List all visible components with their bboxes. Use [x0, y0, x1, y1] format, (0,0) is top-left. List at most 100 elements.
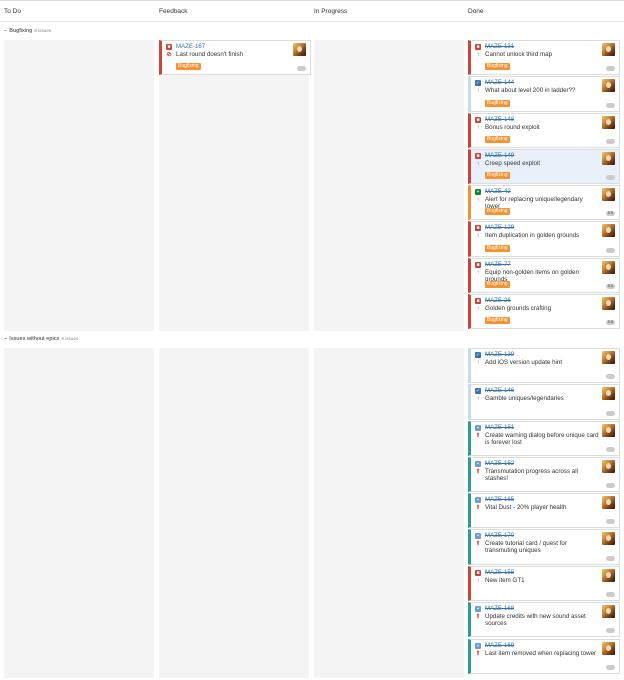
bug-type-icon: ■ [475, 43, 481, 50]
estimate-badge [606, 447, 615, 452]
issue-card[interactable]: ▪ MAZE-151 ⇑ Create warning dialog before u… [468, 421, 620, 456]
estimate-badge [606, 483, 615, 488]
epic-label[interactable]: Bugfixing [485, 281, 510, 288]
issue-summary: Transmutation progress across all stashe… [485, 468, 578, 482]
assignee-avatar[interactable] [602, 188, 615, 201]
task-type-icon: ✓ [475, 351, 481, 358]
epic-label[interactable]: Bugfixing [485, 63, 510, 70]
lane-bugfixing-todo [4, 40, 154, 331]
assignee-avatar[interactable] [602, 460, 615, 473]
column-header-done[interactable]: Done [468, 0, 618, 20]
issue-card[interactable]: ▪ MAZE-168 ⇑ Update credits with new sound … [468, 602, 620, 637]
assignee-avatar[interactable] [602, 351, 615, 364]
issue-key-link[interactable]: MAZE-77 [485, 261, 511, 268]
issue-card[interactable]: ■ MAZE-155 ↑ New item GT1 [468, 566, 620, 601]
epic-label[interactable]: Bugfixing [485, 172, 510, 179]
critical-priority-icon: ⇑ [475, 433, 481, 439]
major-priority-icon: ↑ [476, 396, 480, 402]
issue-key-link[interactable]: MAZE-144 [485, 79, 514, 86]
assignee-avatar[interactable] [602, 424, 615, 437]
epic-label[interactable]: Bugfixing [485, 100, 510, 107]
epic-label[interactable]: Bugfixing [485, 136, 510, 143]
issue-card[interactable]: ▪ MAZE-169 ⇑ Last item removed when replaci… [468, 639, 620, 674]
estimate-badge [606, 66, 615, 71]
swimlane-issue-count: 9 issues [61, 336, 79, 341]
issue-key-link[interactable]: MAZE-151 [485, 424, 514, 431]
issue-summary: Update credits with new sound asset sour… [485, 613, 586, 627]
subtask-type-icon: ▪ [475, 425, 481, 431]
bug-type-icon: ■ [475, 224, 481, 231]
issue-card[interactable]: ▪ MAZE-170 ⇑ Create tutorial card / quest f… [468, 529, 620, 565]
epic-label[interactable]: Bugfixing [176, 63, 201, 70]
major-priority-icon: ↑ [476, 125, 480, 131]
issue-card[interactable]: ■ MAZE-149 ↑ Creep speed exploit Bugfixing [468, 149, 620, 184]
issue-card[interactable]: ■ MAZE-129 ↑ Item duplication in golden gro… [468, 221, 620, 257]
assignee-avatar[interactable] [602, 496, 615, 509]
column-header-in-progress[interactable]: In Progress [314, 0, 464, 20]
epic-label[interactable]: Bugfixing [485, 317, 510, 324]
assignee-avatar[interactable] [602, 569, 615, 582]
issue-key-link[interactable]: MAZE-169 [485, 642, 514, 649]
lane-no-epic-done: ✓ MAZE-139 ↑ Add iOS version update hint ✓ MA… [468, 348, 620, 678]
issue-card[interactable]: ▪ MAZE-165 ⇑ Vital Dust - 20% player health [468, 493, 620, 528]
issue-key-link[interactable]: MAZE-170 [485, 532, 514, 539]
estimate-badge [606, 175, 615, 180]
header-divider-bottom [0, 21, 624, 22]
issue-key-link[interactable]: MAZE-146 [485, 387, 514, 394]
issue-summary: Bonus round exploit [485, 124, 540, 131]
assignee-avatar[interactable] [602, 605, 615, 618]
assignee-avatar[interactable] [602, 152, 615, 165]
assignee-avatar[interactable] [602, 116, 615, 129]
assignee-avatar[interactable] [602, 297, 615, 310]
issue-summary: Item duplication in golden grounds [485, 232, 580, 239]
assignee-avatar[interactable] [602, 387, 615, 400]
issue-key-link[interactable]: MAZE-131 [485, 43, 514, 50]
swimlane-header-no-epic[interactable]: − Issues without epics 9 issues [4, 336, 78, 342]
issue-key-link[interactable]: MAZE-149 [485, 152, 514, 159]
assignee-avatar[interactable] [602, 79, 615, 92]
issue-key-link[interactable]: MAZE-168 [485, 605, 514, 612]
issue-key-link[interactable]: MAZE-139 [485, 351, 514, 358]
critical-priority-icon: ⇑ [475, 614, 481, 620]
issue-key-link[interactable]: MAZE-155 [485, 569, 514, 576]
issue-key-link[interactable]: MAZE-26 [485, 297, 511, 304]
estimate-badge: 0.5 [606, 320, 615, 325]
assignee-avatar[interactable] [602, 43, 615, 56]
assignee-avatar[interactable] [602, 642, 615, 655]
issue-card[interactable]: ✓ MAZE-139 ↑ Add iOS version update hint [468, 348, 620, 383]
issue-key-link[interactable]: MAZE-152 [485, 460, 514, 467]
swimlane-header-bugfixing[interactable]: − Bugfixing 8 issues [4, 28, 51, 34]
issue-card[interactable]: ■ MAZE-77 ↑ Equip non-golden items on golde… [468, 258, 620, 293]
issue-key-link[interactable]: MAZE-42 [485, 188, 511, 195]
issue-card[interactable]: ■ MAZE-148 ↑ Bonus round exploit Bugfixing [468, 113, 620, 148]
collapse-twisty-icon[interactable]: − [4, 28, 7, 34]
assignee-avatar[interactable] [602, 224, 615, 237]
subtask-type-icon: ▪ [475, 461, 481, 467]
collapse-twisty-icon[interactable]: − [4, 336, 7, 342]
issue-summary: Cannot unlock third map [485, 51, 553, 58]
assignee-avatar[interactable] [293, 43, 306, 56]
issue-card[interactable]: ▪ MAZE-152 ⇑ Transmutation progress across … [468, 457, 620, 492]
issue-summary: Last round doesn't finish [176, 51, 243, 58]
issue-key-link[interactable]: MAZE-129 [485, 224, 514, 231]
column-header-todo[interactable]: To Do [4, 0, 154, 20]
issue-card[interactable]: + MAZE-42 ↑ Alert for replacing unique/lege… [468, 185, 620, 220]
column-header-feedback[interactable]: Feedback [159, 0, 309, 20]
improvement-type-icon: + [475, 188, 481, 195]
major-priority-icon: ↑ [476, 52, 480, 58]
issue-key-link[interactable]: MAZE-165 [485, 496, 514, 503]
issue-card[interactable]: ■ MAZE-131 ↑ Cannot unlock third map Bugfixi… [468, 40, 620, 75]
assignee-avatar[interactable] [602, 261, 615, 274]
assignee-avatar[interactable] [602, 532, 615, 545]
issue-key-link[interactable]: MAZE-148 [485, 116, 514, 123]
issue-card[interactable]: ■ MAZE-167 ⊘ Last round doesn't finish Bugfi… [159, 40, 311, 75]
issue-key-link[interactable]: MAZE-167 [176, 43, 205, 50]
issue-card[interactable]: ✓ MAZE-144 ↑ What about level 200 in ladder… [468, 76, 620, 112]
issue-card[interactable]: ✓ MAZE-146 ↑ Gamble uniques/legendaries [468, 384, 620, 420]
subtask-type-icon: ▪ [475, 533, 481, 539]
epic-label[interactable]: Bugfixing [485, 245, 510, 252]
epic-label[interactable]: Bugfixing [485, 208, 510, 215]
issue-card[interactable]: ■ MAZE-26 ↑ Golden grounds crafting Bugfixin… [468, 294, 620, 329]
major-priority-icon: ↑ [476, 161, 480, 167]
subtask-type-icon: ▪ [475, 497, 481, 503]
